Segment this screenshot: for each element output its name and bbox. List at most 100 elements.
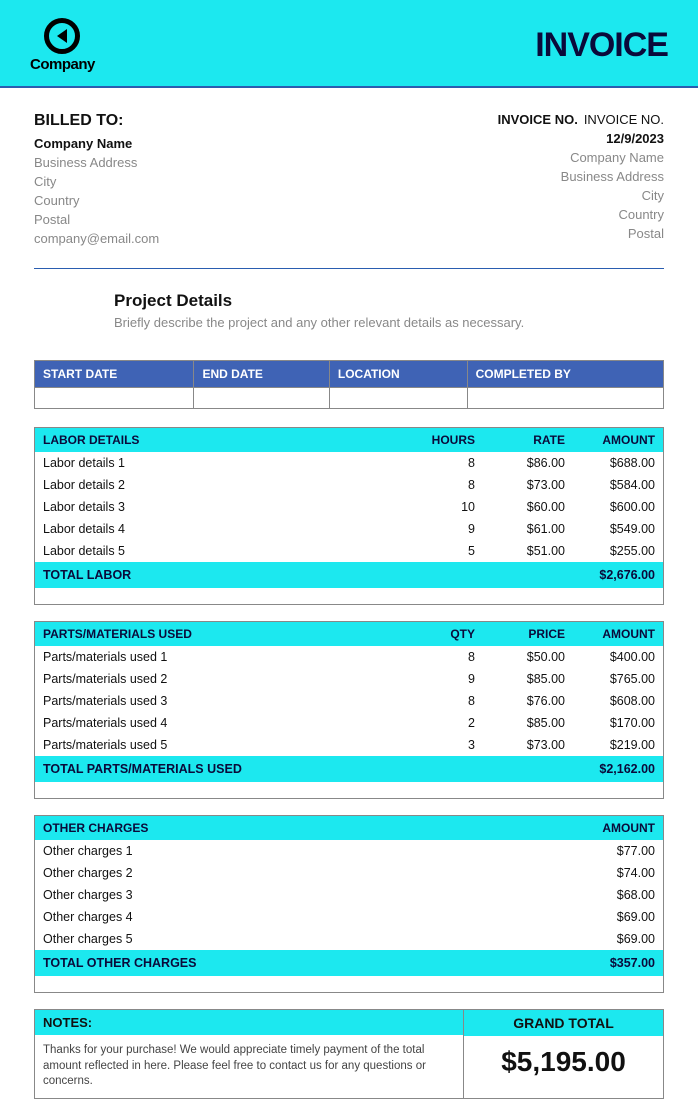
cell: $549.00 bbox=[573, 518, 663, 540]
notes-label: NOTES: bbox=[35, 1010, 463, 1035]
table-row: Parts/materials used 18$50.00$400.00 bbox=[35, 646, 663, 668]
labor-total-label: TOTAL LABOR bbox=[35, 562, 573, 588]
table-row: Labor details 49$61.00$549.00 bbox=[35, 518, 663, 540]
parts-header-price: PRICE bbox=[483, 622, 573, 646]
cell: 5 bbox=[403, 540, 483, 562]
cell: $765.00 bbox=[573, 668, 663, 690]
cell: 8 bbox=[403, 474, 483, 496]
other-total-label: TOTAL OTHER CHARGES bbox=[35, 950, 573, 976]
cell: $51.00 bbox=[483, 540, 573, 562]
meta-header-location: LOCATION bbox=[329, 361, 467, 388]
labor-header-hours: HOURS bbox=[403, 428, 483, 452]
invoice-no-label: INVOICE NO. bbox=[498, 112, 578, 127]
meta-start bbox=[35, 388, 194, 409]
billed-country: Country bbox=[34, 193, 159, 208]
project-details: Project Details Briefly describe the pro… bbox=[34, 291, 664, 330]
cell: $73.00 bbox=[483, 474, 573, 496]
cell: $255.00 bbox=[573, 540, 663, 562]
cell: $688.00 bbox=[573, 452, 663, 474]
cell: Parts/materials used 2 bbox=[35, 668, 403, 690]
table-row: Labor details 310$60.00$600.00 bbox=[35, 496, 663, 518]
seller-country: Country bbox=[498, 207, 664, 222]
cell: $170.00 bbox=[573, 712, 663, 734]
cell: 10 bbox=[403, 496, 483, 518]
table-row: Labor details 18$86.00$688.00 bbox=[35, 452, 663, 474]
billed-to-block: BILLED TO: Company Name Business Address… bbox=[34, 112, 159, 250]
labor-header-details: LABOR DETAILS bbox=[35, 428, 403, 452]
invoice-info-block: INVOICE NO. INVOICE NO. 12/9/2023 Compan… bbox=[498, 112, 664, 250]
parts-total-label: TOTAL PARTS/MATERIALS USED bbox=[35, 756, 573, 782]
logo-icon bbox=[44, 18, 80, 54]
cell: Other charges 2 bbox=[35, 862, 573, 884]
billed-city: City bbox=[34, 174, 159, 189]
cell: $85.00 bbox=[483, 668, 573, 690]
header: Company INVOICE bbox=[0, 0, 698, 88]
cell: 8 bbox=[403, 452, 483, 474]
cell: $85.00 bbox=[483, 712, 573, 734]
billed-address: Business Address bbox=[34, 155, 159, 170]
cell: $73.00 bbox=[483, 734, 573, 756]
table-row: Other charges 2$74.00 bbox=[35, 862, 663, 884]
cell: $600.00 bbox=[573, 496, 663, 518]
cell: $50.00 bbox=[483, 646, 573, 668]
cell: $69.00 bbox=[573, 906, 663, 928]
cell: $400.00 bbox=[573, 646, 663, 668]
grand-total-column: GRAND TOTAL $5,195.00 bbox=[463, 1010, 663, 1098]
seller-address: Business Address bbox=[498, 169, 664, 184]
table-row: Labor details 28$73.00$584.00 bbox=[35, 474, 663, 496]
seller-postal: Postal bbox=[498, 226, 664, 241]
table-row: Parts/materials used 29$85.00$765.00 bbox=[35, 668, 663, 690]
grand-total-label: GRAND TOTAL bbox=[464, 1010, 663, 1036]
company-label: Company bbox=[30, 56, 95, 73]
notes-body: Thanks for your purchase! We would appre… bbox=[35, 1035, 463, 1098]
billed-email: company@email.com bbox=[34, 231, 159, 246]
seller-city: City bbox=[498, 188, 664, 203]
parts-header-amount: AMOUNT bbox=[573, 622, 663, 646]
other-header-amount: AMOUNT bbox=[573, 816, 663, 840]
table-row: Other charges 5$69.00 bbox=[35, 928, 663, 950]
invoice-no-value: INVOICE NO. bbox=[584, 112, 664, 127]
cell: $60.00 bbox=[483, 496, 573, 518]
cell: $608.00 bbox=[573, 690, 663, 712]
cell: 8 bbox=[403, 690, 483, 712]
billed-company: Company Name bbox=[34, 136, 159, 151]
info-row: BILLED TO: Company Name Business Address… bbox=[34, 112, 664, 250]
other-section: OTHER CHARGES AMOUNT Other charges 1$77.… bbox=[34, 815, 664, 993]
grand-total-value: $5,195.00 bbox=[464, 1036, 663, 1088]
table-row: Parts/materials used 42$85.00$170.00 bbox=[35, 712, 663, 734]
table-row: Other charges 4$69.00 bbox=[35, 906, 663, 928]
cell: $69.00 bbox=[573, 928, 663, 950]
cell: $219.00 bbox=[573, 734, 663, 756]
table-row: Parts/materials used 53$73.00$219.00 bbox=[35, 734, 663, 756]
invoice-title: INVOICE bbox=[535, 26, 668, 65]
cell: Parts/materials used 5 bbox=[35, 734, 403, 756]
table-row: Labor details 55$51.00$255.00 bbox=[35, 540, 663, 562]
cell: $61.00 bbox=[483, 518, 573, 540]
cell: Other charges 4 bbox=[35, 906, 573, 928]
cell: $74.00 bbox=[573, 862, 663, 884]
project-title: Project Details bbox=[114, 291, 664, 311]
cell: $68.00 bbox=[573, 884, 663, 906]
cell: Labor details 4 bbox=[35, 518, 403, 540]
cell: $86.00 bbox=[483, 452, 573, 474]
meta-header-completed: COMPLETED BY bbox=[467, 361, 663, 388]
meta-location bbox=[329, 388, 467, 409]
cell: $584.00 bbox=[573, 474, 663, 496]
cell: $76.00 bbox=[483, 690, 573, 712]
parts-header-qty: QTY bbox=[403, 622, 483, 646]
meta-header-start: START DATE bbox=[35, 361, 194, 388]
other-header-details: OTHER CHARGES bbox=[35, 816, 573, 840]
cell: 3 bbox=[403, 734, 483, 756]
seller-company: Company Name bbox=[498, 150, 664, 165]
cell: Parts/materials used 3 bbox=[35, 690, 403, 712]
footer: NOTES: Thanks for your purchase! We woul… bbox=[34, 1009, 664, 1099]
cell: Parts/materials used 4 bbox=[35, 712, 403, 734]
meta-row bbox=[35, 388, 664, 409]
billed-to-title: BILLED TO: bbox=[34, 112, 159, 130]
project-desc: Briefly describe the project and any oth… bbox=[114, 315, 664, 330]
parts-section: PARTS/MATERIALS USED QTY PRICE AMOUNT Pa… bbox=[34, 621, 664, 799]
table-row: Parts/materials used 38$76.00$608.00 bbox=[35, 690, 663, 712]
labor-header-rate: RATE bbox=[483, 428, 573, 452]
cell: 9 bbox=[403, 668, 483, 690]
cell: Labor details 5 bbox=[35, 540, 403, 562]
